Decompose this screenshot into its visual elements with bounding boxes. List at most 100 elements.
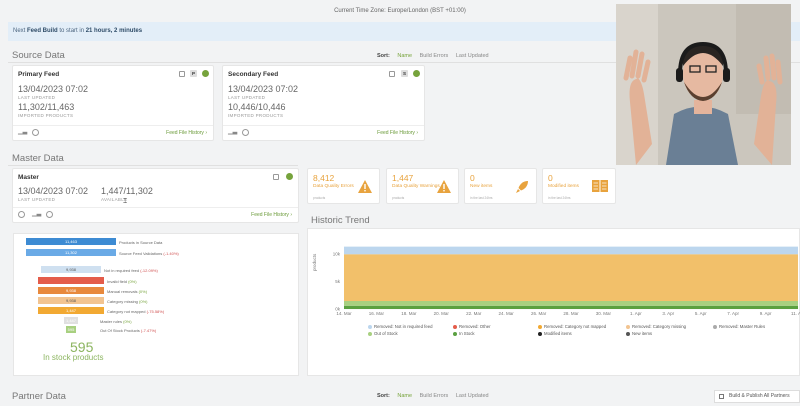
feed-file-history-link[interactable]: Feed File History › bbox=[377, 130, 418, 136]
available-products-count: 1,447/11,302 bbox=[101, 186, 153, 196]
legend-item[interactable]: Modified items bbox=[538, 331, 572, 336]
products-funnel: 11,463 Products in Source Data 11,302 Sour… bbox=[13, 233, 299, 376]
trend-plot: 10k5k0k14. Mar 16. Mar 18. Mar 20. Mar 22. M… bbox=[333, 246, 800, 316]
secondary-badge: S bbox=[401, 70, 408, 77]
funnel-label: Products in Source Data bbox=[119, 239, 163, 245]
legend-item[interactable]: Removed: Master Rules bbox=[713, 324, 765, 329]
legend-item[interactable]: In Stock bbox=[453, 331, 475, 336]
master-card[interactable]: Master 13/04/2023 07:02 LAST UPDATED 1,4… bbox=[12, 168, 299, 223]
sort-by-build-errors[interactable]: Build Errors bbox=[420, 53, 449, 59]
legend-item[interactable]: Removed: Not in required feed bbox=[368, 324, 433, 329]
funnel-label: Category not mapped (-75.58%) bbox=[107, 308, 165, 314]
legend-item[interactable]: Out of Stock bbox=[368, 331, 398, 336]
settings-icon[interactable] bbox=[242, 129, 249, 136]
funnel-bar: 9,938 bbox=[41, 266, 101, 273]
funnel-label: Out Of Stock Products (-7.47%) bbox=[100, 327, 157, 333]
sort-by-name[interactable]: Name bbox=[397, 393, 412, 399]
external-link-icon[interactable] bbox=[179, 71, 185, 77]
stat-sub: products bbox=[313, 196, 326, 200]
master-data-title: Master Data bbox=[12, 153, 64, 164]
stat-data-quality-warnings[interactable]: 1,447 Data Quality Warnings products bbox=[386, 168, 459, 204]
legend-item[interactable]: Removed: Category missing bbox=[626, 324, 686, 329]
source-data-title: Source Data bbox=[12, 50, 65, 61]
status-dot-icon bbox=[413, 70, 420, 77]
book-icon bbox=[592, 180, 608, 192]
mouse-cursor-icon: ⌶ bbox=[123, 198, 128, 205]
x-tick-label: 5. Apr bbox=[695, 311, 707, 316]
external-link-icon[interactable] bbox=[389, 71, 395, 77]
x-tick-label: 28. Mar bbox=[563, 311, 579, 316]
divider bbox=[8, 165, 298, 166]
funnel-bar bbox=[38, 277, 104, 284]
x-tick-label: 14. Mar bbox=[336, 311, 352, 316]
refresh-icon[interactable] bbox=[18, 211, 25, 218]
instock-label: In stock products bbox=[43, 353, 104, 362]
stat-value: 1,447 bbox=[392, 173, 414, 183]
settings-icon[interactable] bbox=[32, 129, 39, 136]
source-sort: Sort: Name Build Errors Last Updated bbox=[377, 53, 489, 59]
chart-icon[interactable]: ▁▃ bbox=[32, 211, 41, 218]
sort-by-name[interactable]: Name bbox=[397, 53, 412, 59]
last-updated-caption: LAST UPDATED bbox=[18, 95, 56, 100]
stat-modified-items[interactable]: 0 Modified items in the last 24hrs bbox=[542, 168, 616, 204]
card-title: Primary Feed bbox=[18, 71, 60, 78]
y-tick-label: 10k bbox=[333, 252, 341, 257]
legend-item[interactable]: Removed: Category not mapped bbox=[538, 324, 606, 329]
stat-sub: products bbox=[392, 196, 405, 200]
feed-file-history-link[interactable]: Feed File History › bbox=[166, 130, 207, 136]
funnel-bar: 11,463 bbox=[26, 238, 116, 245]
feed-file-history-link[interactable]: Feed File History › bbox=[251, 212, 292, 218]
funnel-label: Not in required feed (-12.09%) bbox=[104, 267, 158, 273]
stat-value: 0 bbox=[470, 173, 475, 183]
secondary-feed-card[interactable]: Secondary Feed S 13/04/2023 07:02 LAST U… bbox=[222, 65, 425, 141]
stat-sub: in the last 24hrs bbox=[548, 196, 571, 200]
sort-by-last-updated[interactable]: Last Updated bbox=[456, 393, 489, 399]
area-series bbox=[344, 246, 798, 255]
sort-by-build-errors[interactable]: Build Errors bbox=[420, 393, 449, 399]
card-footer: ▁▃ Feed File History › bbox=[223, 125, 424, 140]
warning-icon bbox=[437, 180, 451, 193]
funnel-bar: 9,938 bbox=[38, 297, 104, 304]
x-tick-label: 3. Apr bbox=[662, 311, 674, 316]
imported-products-count: 11,302/11,463 bbox=[18, 102, 75, 112]
funnel-bar: 11,302 bbox=[26, 249, 116, 256]
stat-value: 8,412 bbox=[313, 173, 335, 183]
settings-icon[interactable] bbox=[46, 211, 53, 218]
x-tick-label: 30. Mar bbox=[596, 311, 612, 316]
chart-icon[interactable]: ▁▃ bbox=[228, 129, 237, 136]
warning-icon bbox=[358, 180, 372, 193]
funnel-label: Invalid field (0%) bbox=[107, 278, 137, 284]
stat-data-quality-errors[interactable]: 8,412 Data Quality Errors products bbox=[307, 168, 380, 204]
legend-item[interactable]: Removed: Other bbox=[453, 324, 491, 329]
card-footer: ▁▃ Feed File History › bbox=[13, 207, 298, 222]
primary-badge: P bbox=[190, 70, 197, 77]
rocket-icon bbox=[516, 181, 528, 193]
x-tick-label: 22. Mar bbox=[466, 311, 482, 316]
card-footer: ▁▃ Feed File History › bbox=[13, 125, 213, 140]
x-tick-label: 9. Apr bbox=[760, 311, 772, 316]
card-title: Secondary Feed bbox=[228, 71, 279, 78]
chart-icon[interactable]: ▁▃ bbox=[18, 129, 27, 136]
webcam-overlay bbox=[616, 4, 791, 165]
historic-trend-chart: products 10k 5k 0k 14. Mar 16. Mar 18. Mar 20.… bbox=[307, 228, 800, 376]
legend-item[interactable]: New items bbox=[626, 331, 652, 336]
build-publish-all-button[interactable]: Build & Publish All Partners bbox=[714, 390, 800, 403]
last-updated-date: 13/04/2023 07:02 bbox=[18, 84, 89, 94]
historic-trend-title: Historic Trend bbox=[311, 215, 370, 226]
area-series bbox=[344, 305, 798, 309]
x-tick-label: 18. Mar bbox=[401, 311, 417, 316]
external-link-icon[interactable] bbox=[273, 174, 279, 180]
stat-new-items[interactable]: 0 New items in the last 24hrs bbox=[464, 168, 537, 204]
primary-feed-card[interactable]: Primary Feed P 13/04/2023 07:02 LAST UPD… bbox=[12, 65, 214, 141]
partner-data-title: Partner Data bbox=[12, 391, 66, 402]
status-dot-icon bbox=[202, 70, 209, 77]
area-series bbox=[344, 254, 798, 302]
imported-products-caption: IMPORTED PRODUCTS bbox=[228, 113, 284, 118]
sort-by-last-updated[interactable]: Last Updated bbox=[456, 53, 489, 59]
imported-products-caption: IMPORTED PRODUCTS bbox=[18, 113, 74, 118]
partner-sort: Sort: Name Build Errors Last Updated bbox=[377, 393, 489, 399]
area-series bbox=[344, 301, 798, 306]
last-updated-caption: LAST UPDATED bbox=[18, 197, 56, 202]
x-tick-label: 16. Mar bbox=[369, 311, 385, 316]
last-updated-date: 13/04/2023 07:02 bbox=[18, 186, 89, 196]
